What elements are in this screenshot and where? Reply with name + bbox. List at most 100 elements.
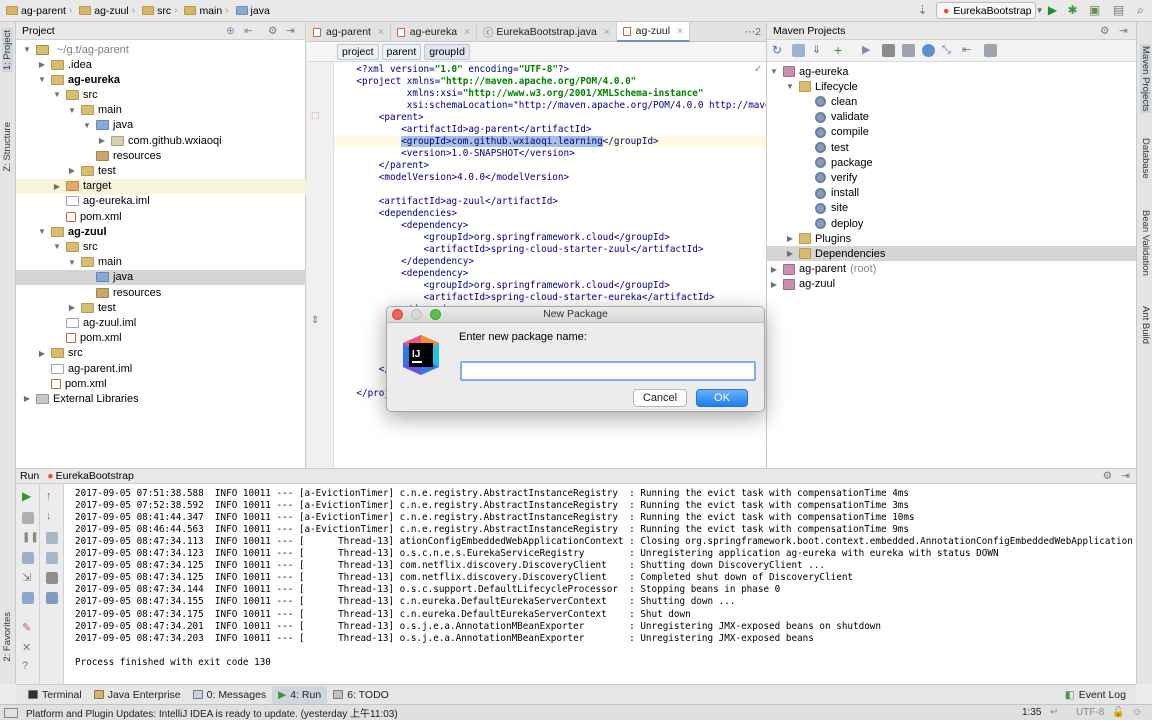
collapse-all-icon[interactable]: ⇤ [244, 25, 253, 37]
maven-goal-item[interactable]: clean [767, 94, 1136, 109]
collapse-arrow-icon[interactable]: ▼ [37, 227, 47, 236]
nav-crumb-ag-zuul[interactable]: ag-zuul › [77, 0, 140, 22]
implemented-marker-icon[interactable]: ⇕ [311, 315, 319, 326]
hide-panel-icon[interactable]: ⇥ [1119, 25, 1128, 37]
maven-tree-row[interactable]: ▶ ag-zuul [767, 277, 1136, 292]
database-tool-tab[interactable]: Database [1140, 138, 1151, 179]
expand-arrow-icon[interactable]: ▶ [37, 349, 47, 358]
override-marker-icon[interactable]: ⬚ [311, 110, 320, 121]
collapse-arrow-icon[interactable]: ▼ [785, 82, 795, 91]
expand-arrow-icon[interactable]: ▶ [67, 166, 77, 175]
tab-ag-zuul[interactable]: ag-zuul × [616, 22, 690, 42]
hide-panel-icon[interactable]: ⇥ [286, 25, 295, 37]
project-tree-row[interactable]: ▶ test [16, 300, 306, 315]
maven-goal-item[interactable]: install [767, 186, 1136, 201]
zoom-window-icon[interactable] [430, 309, 441, 320]
run-icon[interactable]: ▶ [1046, 4, 1059, 17]
run-console[interactable]: 2017-09-05 07:51:38.588 INFO 10011 --- [… [64, 484, 1136, 684]
expand-arrow-icon[interactable]: ▶ [97, 136, 107, 145]
status-message[interactable]: Platform and Plugin Updates: IntelliJ ID… [26, 705, 398, 720]
project-tree-row[interactable]: ▼ ag-eureka [16, 72, 306, 87]
project-tool-tab[interactable]: 1: Project [2, 28, 13, 73]
gear-icon[interactable]: ⚙ [268, 25, 277, 37]
maven-settings-icon[interactable] [984, 44, 997, 57]
tree-root-row[interactable]: ▼ ~/g.t/ag-parent [16, 42, 306, 57]
search-icon[interactable]: ⌕ [1134, 4, 1147, 17]
maven-tree-row[interactable]: ▶ ag-parent (root) [767, 262, 1136, 277]
project-tree-row[interactable]: pom.xml [16, 376, 306, 391]
close-icon[interactable]: × [604, 27, 610, 38]
dump-threads-icon[interactable] [22, 552, 34, 564]
collapse-arrow-icon[interactable]: ▼ [769, 67, 779, 76]
rerun-icon[interactable]: ▶ [22, 490, 34, 502]
project-tree-row[interactable]: resources [16, 285, 306, 300]
maven-goal-item[interactable]: verify [767, 170, 1136, 185]
breadcrumb-parent[interactable]: parent [381, 43, 422, 60]
hector-icon[interactable]: ☺ [1132, 707, 1142, 718]
debug-icon[interactable]: ✱ [1066, 4, 1079, 17]
up-arrow-icon[interactable]: ↑ [46, 490, 58, 502]
project-tree-row[interactable]: ag-zuul.iml [16, 315, 306, 330]
project-tree-row[interactable]: ▶ .idea [16, 57, 306, 72]
reimport-icon[interactable]: ↻ [772, 44, 785, 57]
project-tree-row[interactable]: ▶ target [16, 178, 306, 194]
java-enterprise-button[interactable]: Java Enterprise [88, 686, 187, 704]
skip-tests-icon[interactable] [922, 44, 935, 57]
print-icon[interactable] [46, 572, 58, 584]
file-encoding[interactable]: UTF-8 [1076, 707, 1104, 718]
close-icon[interactable]: × [378, 27, 384, 38]
breadcrumb-groupid[interactable]: groupId [424, 43, 470, 60]
pause-icon[interactable]: ❚❚ [22, 532, 39, 544]
help-icon[interactable]: ? [22, 660, 34, 672]
download-icon[interactable]: ⇓ [812, 44, 825, 57]
package-name-input[interactable] [460, 361, 756, 381]
maven-goal-item[interactable]: test [767, 140, 1136, 155]
toggle-offline-icon[interactable] [902, 44, 915, 57]
close-window-icon[interactable] [392, 309, 403, 320]
scroll-from-source-icon[interactable]: ⊕ [226, 25, 235, 37]
expand-arrow-icon[interactable]: ▶ [67, 303, 77, 312]
maven-goal-item[interactable]: validate [767, 110, 1136, 125]
tab-ag-parent[interactable]: ag-parent × [307, 22, 391, 42]
maven-tree-row[interactable]: ▶ Plugins [767, 231, 1136, 246]
collapse-arrow-icon[interactable]: ▼ [52, 90, 62, 99]
project-tree-row[interactable]: ▶ com.github.wxiaoqi [16, 133, 306, 148]
expand-arrow-icon[interactable]: ▶ [769, 265, 779, 274]
breadcrumb-project[interactable]: project [337, 43, 379, 60]
nav-crumb-src[interactable]: src › [140, 0, 182, 22]
project-tree-row[interactable]: ▼ main [16, 103, 306, 118]
caret-position[interactable]: 1:35 [1022, 707, 1041, 718]
close-icon[interactable]: × [677, 26, 683, 37]
ant-build-tool-tab[interactable]: Ant Build [1140, 306, 1151, 344]
run-config-label[interactable]: EurekaBootstrap [56, 470, 134, 482]
add-icon[interactable]: + [834, 43, 847, 57]
project-tree-row[interactable]: ▼ ag-zuul [16, 224, 306, 239]
show-dependencies-icon[interactable]: ⤡ [942, 44, 955, 57]
collapse-arrow-icon[interactable]: ▼ [67, 106, 77, 115]
maven-tree-row[interactable]: ▼ Lifecycle [767, 79, 1136, 94]
project-tree-row[interactable]: ▼ src [16, 87, 306, 102]
gear-icon[interactable]: ⚙ [1100, 25, 1109, 37]
maven-goal-item[interactable]: site [767, 201, 1136, 216]
maven-tree-row[interactable]: ▶ Dependencies [767, 246, 1136, 262]
terminal-button[interactable]: Terminal [22, 686, 88, 704]
tool-windows-toggle-icon[interactable] [4, 707, 18, 718]
collapse-arrow-icon[interactable]: ▼ [82, 121, 92, 130]
generate-sources-icon[interactable] [792, 44, 805, 57]
pin-icon[interactable]: ✎ [22, 622, 34, 634]
soft-wrap-icon[interactable] [46, 532, 58, 544]
project-tree-row[interactable]: ag-eureka.iml [16, 194, 306, 209]
scroll-to-end-icon[interactable] [46, 552, 58, 564]
expand-arrow-icon[interactable]: ▶ [769, 280, 779, 289]
collapse-arrow-icon[interactable]: ▼ [67, 258, 77, 267]
line-separator-icon[interactable]: ↵ [1050, 707, 1058, 718]
expand-arrow-icon[interactable]: ▶ [785, 249, 795, 258]
cancel-button[interactable]: Cancel [633, 389, 687, 407]
favorites-tool-tab[interactable]: 2: Favorites [2, 612, 13, 662]
project-structure-icon[interactable]: ▤ [1112, 4, 1125, 17]
build-arrow-icon[interactable]: ⇣ [916, 4, 929, 17]
collapse-arrow-icon[interactable]: ▼ [37, 75, 47, 84]
tab-overflow-button[interactable]: ⋯2 [739, 22, 767, 42]
nav-crumb-ag-parent[interactable]: ag-parent › [4, 0, 77, 22]
maven-goal-item[interactable]: deploy [767, 216, 1136, 231]
